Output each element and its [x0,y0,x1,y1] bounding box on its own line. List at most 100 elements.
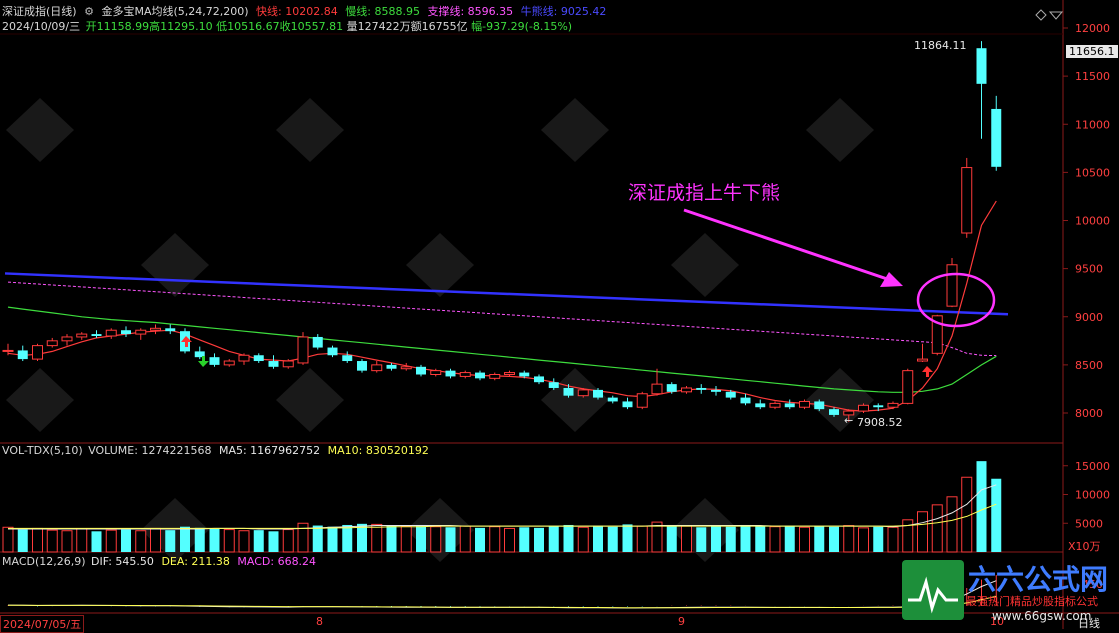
candle-body-down [342,355,353,362]
watermark-logo-icon [276,98,344,162]
volume-bar-down [873,526,884,552]
volume-bar-up [636,525,648,553]
volume-total-label: VOLUME: 1274221568 [88,444,212,457]
candle-body-up [858,404,869,412]
candle-body-up [135,329,147,335]
volume-bar-down [991,478,1002,552]
candle-body-up [917,358,928,362]
watermark-logo-icon [141,233,209,297]
price-panel[interactable] [2,41,1009,422]
candle-body-up [371,364,383,372]
volume-bar-down [725,526,736,552]
candle-body-down [91,334,102,336]
candle-body-up [769,402,781,408]
volume-bar-down [312,525,323,552]
volume-bar-down [563,524,574,552]
volume-bar-down [327,526,338,552]
candle-body-up [238,354,250,362]
indicator-name[interactable]: 金多宝MA均线(5,24,72,200) [101,5,248,18]
volume-bar-down [622,524,633,552]
volume-indicator-title[interactable]: VOL-TDX(5,10) [2,444,83,457]
candle-body-down [534,376,544,383]
price-tick-label: 11000 [1075,118,1110,131]
volume-bar-down [534,527,544,552]
volume-bar-down [357,523,367,552]
macd-indicator-title[interactable]: MACD(12,26,9) [2,555,86,568]
volume-bar-down [814,526,825,552]
candle-body-up [459,372,471,377]
volume-bar-up [400,525,412,553]
high-price-label: 11864.11 [914,39,967,52]
stock-chart[interactable]: 12000 11500 11000 10500 10000 9500 9000 8500 800… [0,0,1119,629]
bar-date: 2024/10/09/三 [2,20,81,33]
candle-body-up [651,383,663,395]
volume-ma10-label: MA10: 830520192 [327,444,429,457]
window-icons[interactable] [1035,9,1064,21]
volume-bar-down [829,526,839,552]
indicator-gear-icon[interactable]: ⚙ [84,5,94,18]
price-tick-label: 12000 [1075,22,1110,35]
volume-bar-up [238,530,250,553]
volume-bar-up [282,529,294,553]
candle-body-up [946,264,958,307]
candle-body-down [814,401,825,410]
volume-bar-up [2,526,14,553]
volume-bar-up [46,529,58,553]
candle-body-down [666,384,677,392]
fast-line-label: 快线: 10202.84 [256,5,338,18]
signal-arrows [181,336,933,377]
candle-body-up [577,389,589,397]
watermark-logo-icon [6,98,74,162]
price-tick-label: 8500 [1075,359,1103,372]
price-tick-label: 10500 [1075,166,1110,179]
volume-bar-up [150,527,161,553]
volume-bar-down [416,524,426,552]
candle-body-down [357,361,367,371]
brand-slogan: 最强热门精品炒股指标公式 [966,595,1098,608]
candle-body-down [475,372,485,379]
volume-bar-up [931,504,943,553]
candle-body-up [105,329,117,337]
volume-tick-label: 10000 [1075,489,1110,502]
low-price-arrow-icon: ← [844,414,854,427]
candle-body-up [46,340,58,347]
brand-url: www.66gsw.com [992,609,1092,623]
diamond-icon [1035,9,1047,21]
candle-body-down [416,366,426,375]
date-axis-tick-aug: 8 [316,615,323,628]
candle-body-down [563,387,574,396]
volume-bar-down [711,525,721,552]
volume-bar-up [105,529,117,553]
bullbear-line [4,272,1009,316]
watermark-logo-icon [671,233,739,297]
annotation-text: 深证成指上牛下熊 [628,182,780,204]
watermark-logo-icon [541,98,609,162]
buy-arrow-icon [922,366,933,377]
candle-body-down [696,387,707,390]
volume-panel[interactable] [2,461,1002,553]
candle-body-up [2,349,14,352]
volume-bar-down [180,526,190,552]
candle-body-down [121,330,131,335]
volume-bar-down [548,526,559,552]
candle-body-down [312,336,323,348]
candle-body-down [622,401,633,408]
chart-title: 深证成指(日线) [2,5,77,18]
volume-bar-down [696,527,707,552]
volume-bar-down [253,530,264,552]
macd-panel[interactable] [7,574,997,609]
candle-body-down [519,372,530,377]
current-price-tag: 11656.1 [1066,45,1118,58]
volume-bar-up [32,527,43,553]
candle-body-up [489,374,501,379]
candle-body-down [17,350,28,360]
volume-bar-down [519,527,530,552]
volume-tick-label: 5000 [1075,517,1103,530]
price-tick-label: 9500 [1075,263,1103,276]
volume-bar-up [430,526,442,553]
candle-body-down [991,108,1002,167]
candle-body-down [165,328,176,332]
candle-body-up [887,402,899,408]
volume-bar-down [740,524,751,552]
candle-body-up [76,333,88,338]
